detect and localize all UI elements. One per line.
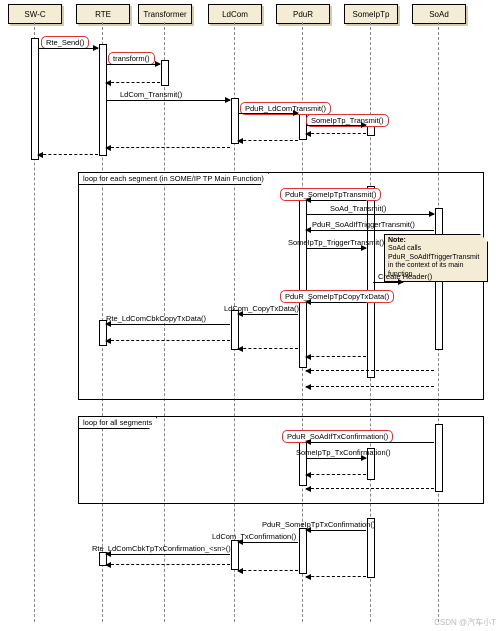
msg-sip-txconf: SomeIpTp_TxConfirmation() — [296, 448, 391, 457]
lifeline-header-soad: SoAd — [412, 4, 466, 24]
msg-sip-trigger: SomeIpTp_TriggerTransmit() — [288, 238, 384, 247]
watermark: CSDN @汽车小T — [434, 617, 496, 628]
msg-soad-tx: SoAd_Transmit() — [330, 204, 386, 213]
msg-ldcom-txconf: LdCom_TxConfirmation() — [212, 532, 296, 541]
lifeline-header-transformer: Transformer — [138, 4, 192, 24]
lifeline-header-rte: RTE — [76, 4, 130, 24]
lifeline-header-pdur: PduR — [276, 4, 330, 24]
msg-ldcom-transmit: LdCom_Transmit() — [120, 90, 182, 99]
frame-label-2: loop for all segments — [79, 417, 157, 429]
act-trans — [161, 60, 169, 86]
frame-label: loop for each segment (in SOME/IP TP Mai… — [79, 173, 269, 185]
frame-loop-segments: loop for each segment (in SOME/IP TP Mai… — [78, 172, 484, 400]
msg-create-header: Create Header() — [378, 272, 432, 281]
lifeline-header-someiptp: SomeIpTp — [344, 4, 398, 24]
lifeline-header-ldcom: LdCom — [208, 4, 262, 24]
msg-rte-txconf: Rte_LdComCbkTpTxConfirmation_<sn>() — [92, 544, 231, 553]
msg-rte-copy: Rte_LdComCbkCopyTxData() — [106, 314, 206, 323]
msg-pdur-trigger: PduR_SoAdIfTriggerTransmit() — [312, 220, 415, 229]
lifeline-header-swc: SW-C — [8, 4, 62, 24]
msg-ldcom-copy: LdCom_CopyTxData() — [224, 304, 299, 313]
act-swc — [31, 38, 39, 160]
msg-pdur-sipconf: PduR_SomeIpTpTxConfirmation() — [262, 520, 375, 529]
sequence-diagram: SW-C RTE Transformer LdCom PduR SomeIpTp… — [0, 0, 500, 631]
frame-loop-all: loop for all segments — [78, 416, 484, 504]
act-pdur-b — [299, 528, 307, 574]
